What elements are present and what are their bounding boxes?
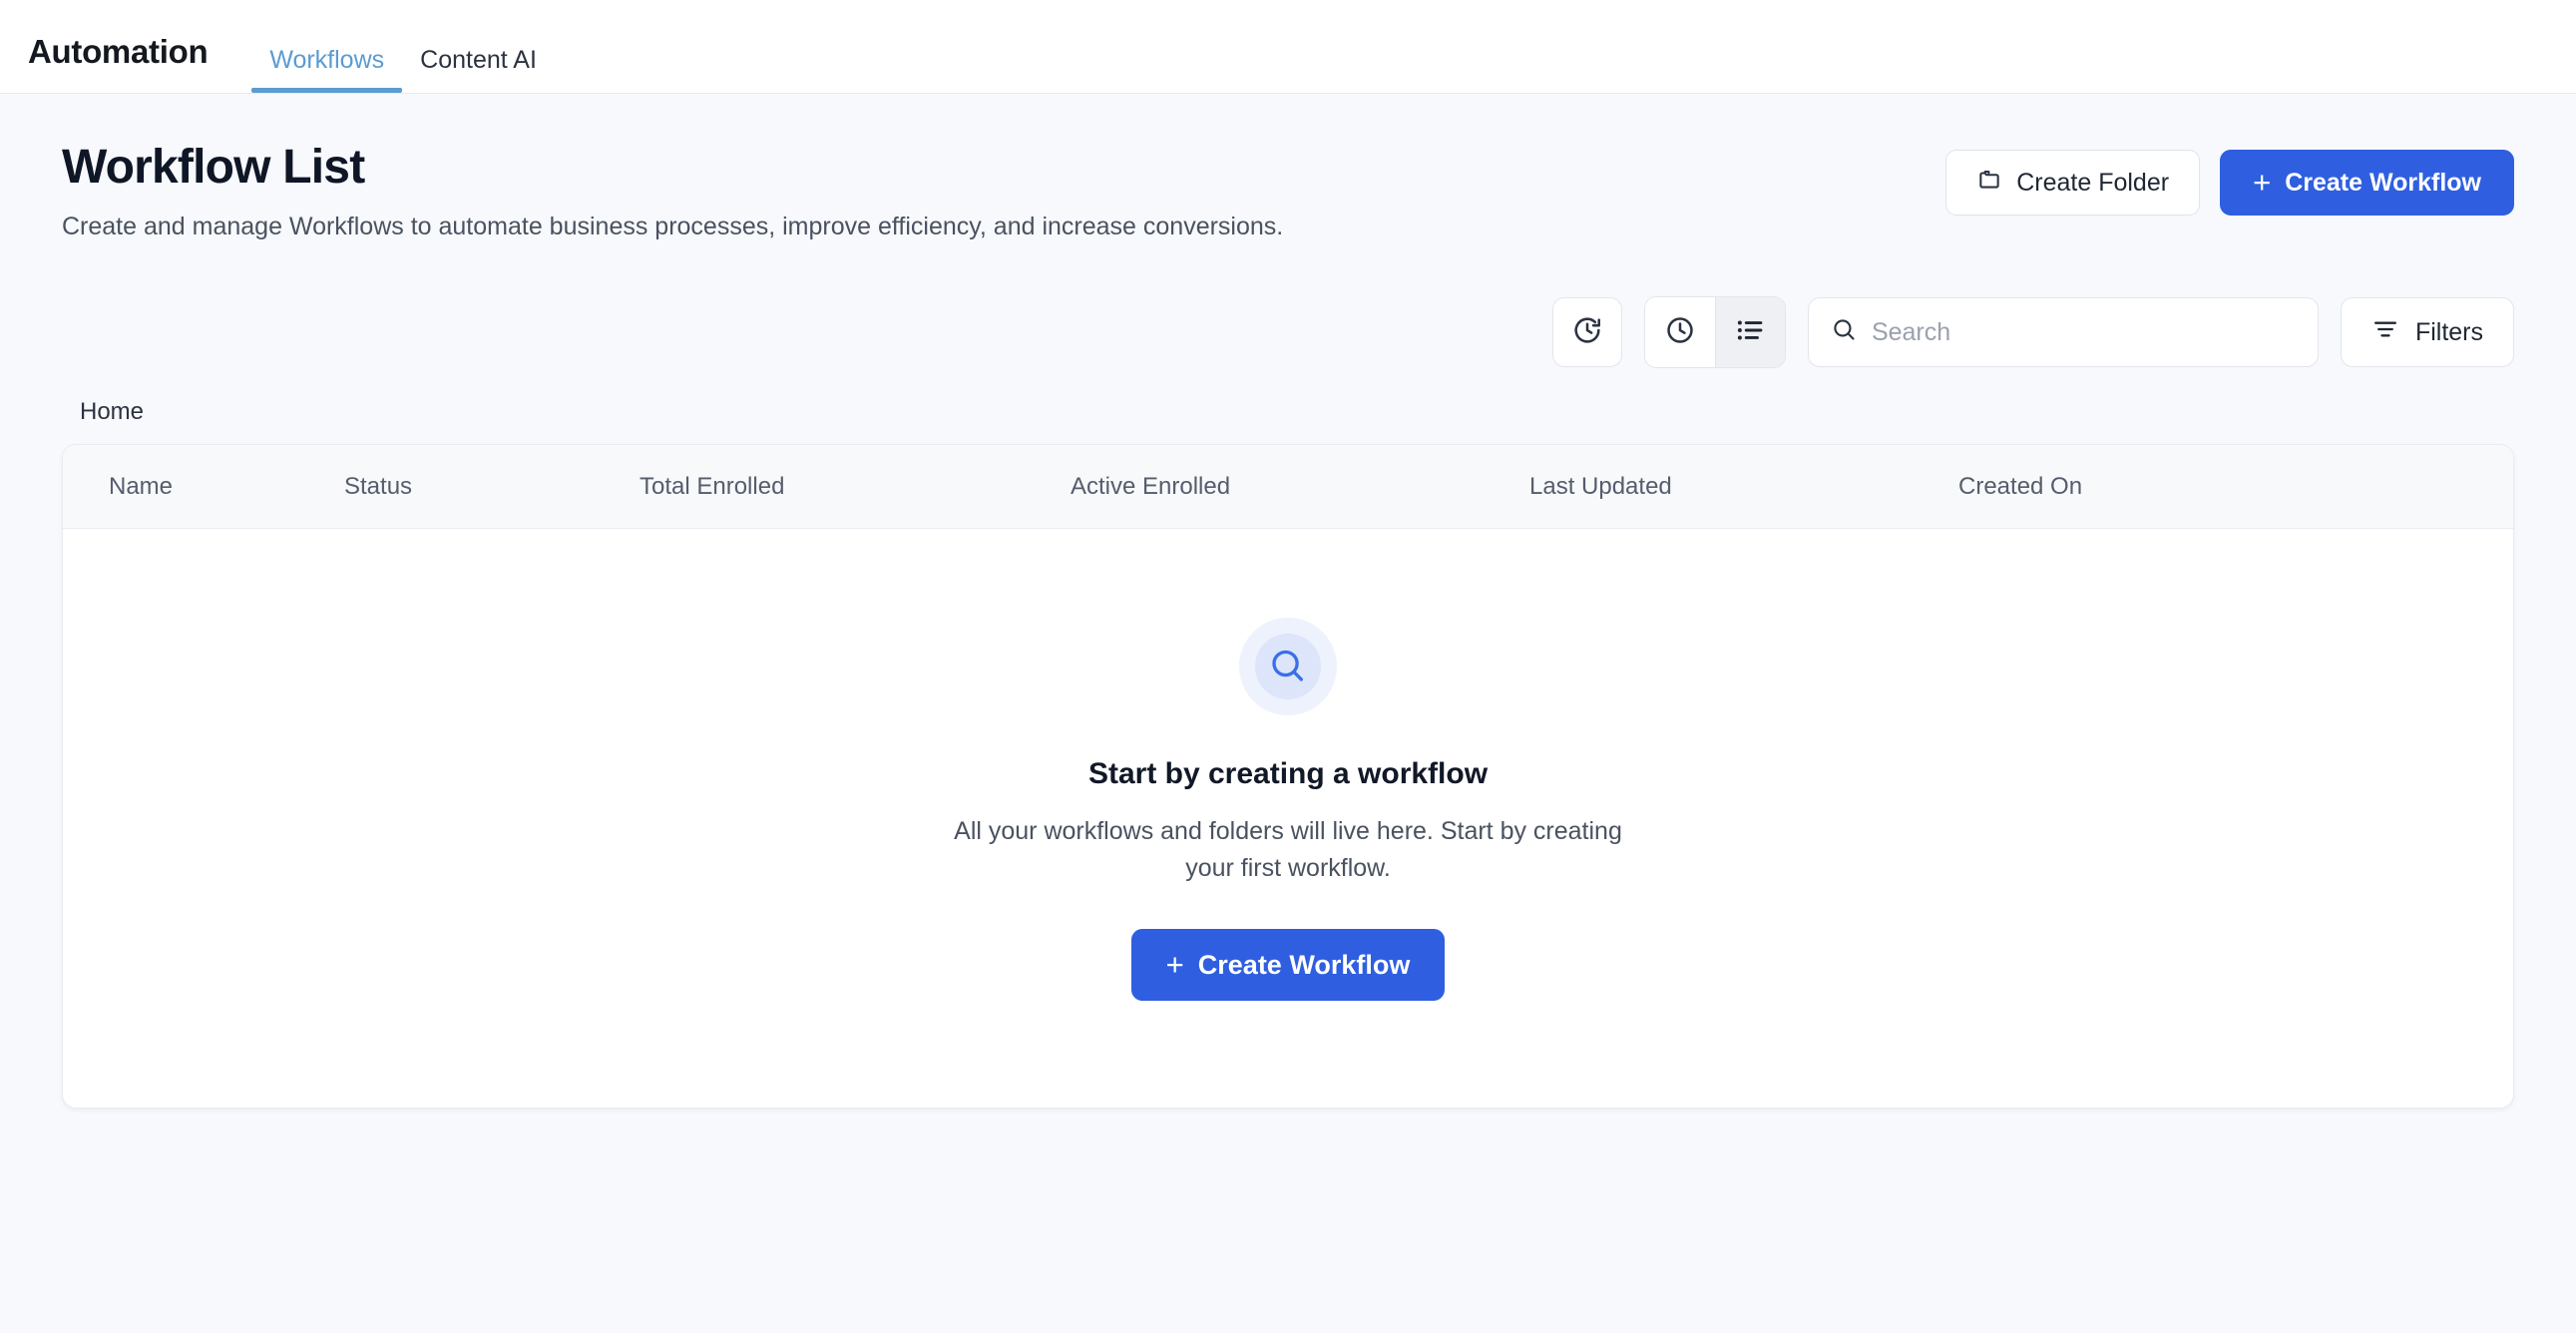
empty-state-title: Start by creating a workflow	[1087, 757, 1489, 791]
search-input[interactable]	[1871, 317, 2296, 347]
column-header-last-updated: Last Updated	[1529, 472, 1672, 500]
search-icon	[1831, 316, 1858, 348]
page-title: Workflow List	[62, 141, 365, 194]
plus-icon: +	[1165, 946, 1184, 982]
empty-state-cta: + Create Workflow	[1130, 929, 1446, 1002]
plus-icon: +	[2253, 164, 2272, 200]
column-header-created-on: Created On	[1958, 472, 2083, 500]
history-restore-button[interactable]	[1551, 297, 1622, 368]
page-header-text: Workflow List Create and manage Workflow…	[62, 140, 1283, 244]
clock-icon	[1664, 314, 1696, 351]
page-header: Workflow List Create and manage Workflow…	[62, 140, 2514, 244]
empty-state-description: All your workflows and folders will live…	[954, 817, 1622, 883]
search-circle-icon	[1239, 618, 1337, 716]
breadcrumb-item-home[interactable]: Home	[80, 398, 144, 425]
app-title: Automation	[28, 33, 209, 70]
tab-content-ai-label: Content AI	[420, 46, 537, 74]
filters-label: Filters	[2414, 317, 2483, 346]
clock-arrow-icon	[1571, 314, 1603, 351]
create-folder-label: Create Folder	[2016, 168, 2170, 197]
table-header-row: Name Status Total Enrolled Active Enroll…	[63, 445, 2513, 530]
recent-view-button[interactable]	[1644, 297, 1715, 368]
column-header-name: Name	[109, 472, 174, 500]
view-toggle-group	[1643, 296, 1786, 369]
column-header-active-enrolled: Active Enrolled	[1071, 472, 1231, 500]
create-folder-button[interactable]: Create Folder	[1945, 150, 2201, 216]
search-circle-icon-inner	[1255, 634, 1321, 700]
breadcrumb: Home	[62, 398, 2514, 426]
filters-button[interactable]: Filters	[2340, 297, 2514, 368]
page-subtitle: Create and manage Workflows to automate …	[62, 213, 1284, 241]
empty-create-workflow-label: Create Workflow	[1197, 949, 1411, 980]
column-header-total-enrolled: Total Enrolled	[640, 472, 785, 500]
workflow-table-card: Name Status Total Enrolled Active Enroll…	[62, 444, 2514, 1110]
tab-workflows[interactable]: Workflows	[251, 46, 403, 93]
page-content: Workflow List Create and manage Workflow…	[0, 94, 2576, 1110]
folder-icon	[1976, 167, 2002, 200]
top-navigation-bar: Automation Workflows Content AI	[0, 0, 2576, 94]
list-view-button[interactable]	[1714, 297, 1785, 368]
column-header-status: Status	[344, 472, 413, 500]
empty-state: Start by creating a workflow All your wo…	[63, 529, 2513, 1108]
create-workflow-label: Create Workflow	[2285, 168, 2481, 197]
list-toolbar: Filters	[62, 296, 2514, 369]
tab-content-ai[interactable]: Content AI	[402, 48, 555, 93]
search-box[interactable]	[1807, 297, 2319, 368]
nav-tabs: Workflows Content AI	[251, 0, 555, 93]
tab-workflows-label: Workflows	[269, 46, 385, 74]
filter-lines-icon	[2371, 315, 2399, 350]
empty-create-workflow-button[interactable]: + Create Workflow	[1130, 929, 1446, 1002]
list-icon	[1734, 314, 1766, 351]
create-workflow-button[interactable]: + Create Workflow	[2220, 150, 2514, 216]
page-header-actions: Create Folder + Create Workflow	[1945, 140, 2514, 216]
